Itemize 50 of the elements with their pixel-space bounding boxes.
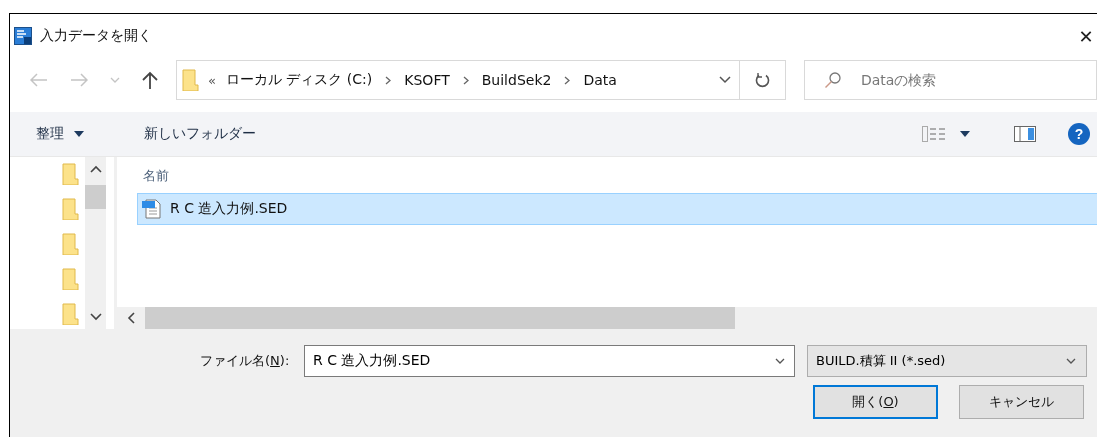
chevron-right-icon — [462, 75, 469, 85]
chevron-down-icon[interactable] — [89, 313, 102, 321]
horizontal-scrollbar[interactable] — [117, 307, 1097, 329]
chevron-right-icon — [564, 75, 571, 85]
document-icon — [142, 199, 162, 219]
refresh-icon — [754, 72, 771, 88]
scrollbar-thumb[interactable] — [145, 307, 735, 329]
folder-icon — [182, 69, 200, 91]
forward-arrow-icon[interactable] — [70, 73, 88, 87]
view-list-icon[interactable] — [922, 126, 946, 142]
file-name-combo[interactable]: R C 造入力例.SED — [304, 345, 795, 377]
field-label: ファイル名(N): — [200, 352, 291, 370]
breadcrumb[interactable]: KSOFT — [404, 72, 450, 88]
new-folder-button[interactable]: 新しいフォルダー — [136, 121, 264, 147]
chevron-up-icon[interactable] — [89, 165, 102, 173]
file-row[interactable]: R C 造入力例.SED — [137, 193, 1097, 225]
file-type-dropdown[interactable]: BUILD.積算 II (*.sed) — [807, 345, 1087, 377]
overflow-chevron[interactable]: « — [208, 72, 216, 88]
open-button[interactable]: 開く(O) — [813, 385, 938, 419]
preview-pane-icon[interactable] — [1014, 126, 1036, 142]
folder-icon[interactable] — [62, 303, 80, 325]
refresh-button[interactable] — [740, 60, 786, 100]
vertical-scrollbar[interactable] — [85, 157, 106, 329]
chevron-down-icon — [1066, 357, 1076, 365]
folder-icon[interactable] — [62, 163, 80, 185]
caret-icon[interactable] — [960, 131, 970, 137]
address-bar[interactable]: « ローカル ディスク (C:) KSOFT BuildSek2 Data — [176, 60, 740, 100]
scrollbar-thumb[interactable] — [85, 185, 106, 209]
cancel-button[interactable]: キャンセル — [959, 385, 1084, 419]
folder-icon[interactable] — [62, 198, 80, 220]
search-icon — [824, 71, 842, 89]
chevron-down-icon[interactable] — [775, 358, 785, 365]
app-icon — [14, 27, 32, 45]
column-header[interactable]: 名前 — [137, 157, 175, 193]
breadcrumb[interactable]: ローカル ディスク (C:) — [225, 71, 373, 89]
search-field[interactable]: Dataの検索 — [804, 60, 1097, 100]
close-button[interactable]: ✕ — [1066, 16, 1097, 56]
folder-icon[interactable] — [62, 268, 80, 290]
caret-icon — [74, 131, 84, 137]
chevron-right-icon — [385, 75, 392, 85]
folder-icon[interactable] — [62, 233, 80, 255]
organize-menu-button[interactable]: 整理 — [28, 121, 92, 147]
chevron-down-icon[interactable] — [719, 76, 731, 84]
breadcrumb[interactable]: Data — [583, 72, 617, 88]
breadcrumb[interactable]: BuildSek2 — [481, 72, 552, 88]
chevron-left-icon[interactable] — [127, 312, 135, 324]
back-arrow-icon[interactable] — [30, 73, 48, 87]
up-arrow-icon[interactable] — [142, 71, 158, 89]
window-title: 入力データを開く — [40, 27, 153, 45]
help-button[interactable]: ? — [1068, 123, 1090, 145]
